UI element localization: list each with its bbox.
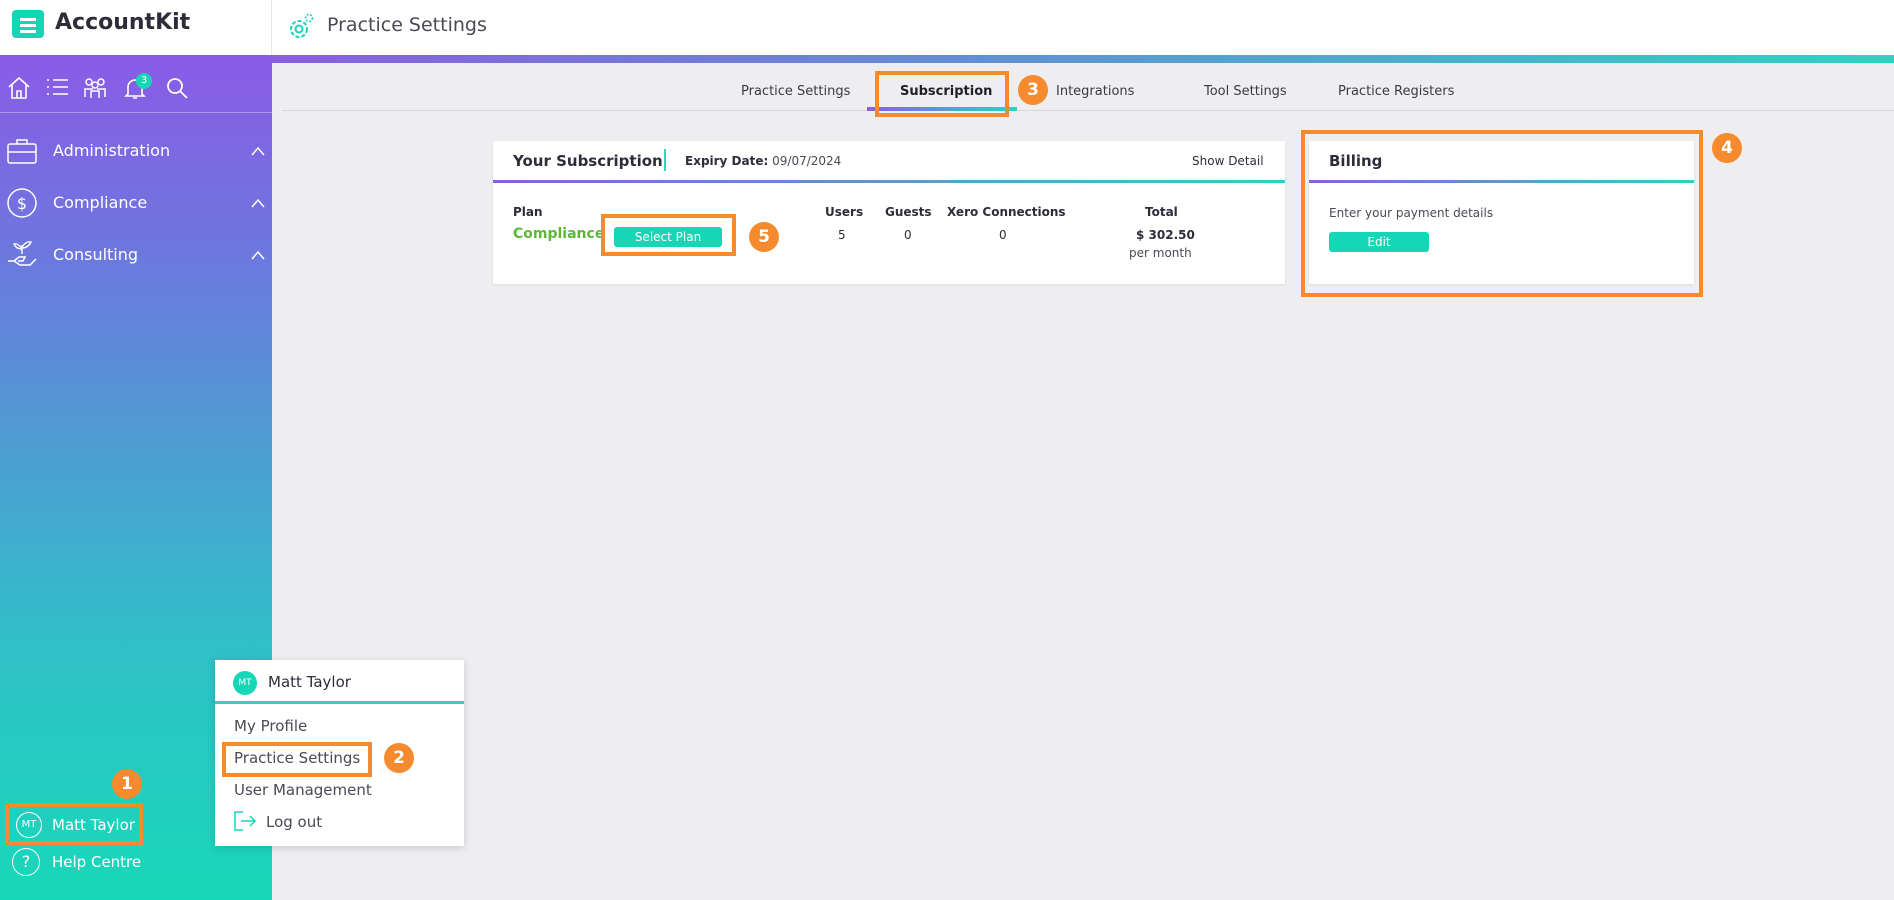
highlight-box (222, 742, 372, 777)
dollar-circle-icon: $ (7, 188, 37, 218)
sidebar-item-consulting[interactable]: Consulting (0, 235, 272, 275)
sidebar-item-administration[interactable]: Administration (0, 131, 272, 171)
tab-tool-settings[interactable]: Tool Settings (1204, 84, 1287, 99)
briefcase-icon (7, 139, 37, 164)
show-detail-link[interactable]: Show Detail (1192, 154, 1264, 168)
sidebar-user-name: Matt Taylor (52, 816, 135, 834)
plan-name: Compliance (513, 226, 605, 242)
tab-practice-registers[interactable]: Practice Registers (1338, 84, 1454, 99)
step-badge-3: 3 (1018, 75, 1048, 105)
step-badge-5: 5 (749, 222, 779, 252)
sidebar-item-compliance[interactable]: $ Compliance (0, 183, 272, 223)
guests-value: 0 (904, 228, 912, 242)
subscription-card: Your Subscription Expiry Date: 09/07/202… (493, 141, 1285, 284)
avatar: MT (16, 812, 42, 838)
user-menu-name: Matt Taylor (268, 673, 351, 691)
home-icon[interactable] (6, 75, 32, 101)
xero-column-header: Xero Connections (947, 205, 1066, 219)
users-value: 5 (838, 228, 846, 242)
notification-count-badge: 3 (136, 73, 152, 89)
step-badge-2: 2 (384, 743, 414, 773)
menu-item-user-management[interactable]: User Management (234, 781, 372, 799)
menu-item-my-profile[interactable]: My Profile (234, 717, 307, 735)
expiry-date: Expiry Date: 09/07/2024 (685, 154, 841, 168)
guests-column-header: Guests (885, 205, 932, 219)
expiry-label: Expiry Date: (685, 154, 769, 168)
sidebar-user-button[interactable]: MT Matt Taylor (5, 803, 143, 845)
search-icon[interactable] (164, 75, 190, 101)
chevron-up-icon[interactable] (250, 197, 266, 209)
sidebar-item-label: Administration (53, 141, 171, 160)
total-column-header: Total (1145, 205, 1178, 219)
step-badge-1: 1 (112, 769, 142, 799)
total-period: per month (1129, 246, 1192, 260)
users-column-header: Users (825, 205, 864, 219)
hand-plant-icon (8, 241, 37, 266)
tab-integrations[interactable]: Integrations (1056, 84, 1134, 99)
chevron-up-icon[interactable] (250, 249, 266, 261)
header-gradient-line (272, 55, 1894, 63)
help-centre-label: Help Centre (52, 853, 142, 871)
card-header-line (493, 180, 1285, 183)
people-icon[interactable] (82, 75, 108, 101)
sidebar-item-label: Compliance (53, 193, 148, 212)
subscription-title: Your Subscription (513, 152, 663, 170)
divider (664, 149, 666, 171)
tab-practice-settings[interactable]: Practice Settings (741, 84, 850, 99)
brand-name: AccountKit (55, 10, 191, 35)
chevron-up-icon[interactable] (250, 145, 266, 157)
list-icon[interactable] (44, 75, 70, 101)
user-menu-dropdown: MT Matt Taylor My Profile Practice Setti… (215, 660, 464, 846)
sidebar-item-label: Consulting (53, 245, 139, 264)
brand-area[interactable]: AccountKit (0, 0, 272, 55)
sidebar-quick-icons: 3 (0, 55, 272, 113)
help-icon: ? (12, 848, 40, 876)
accountkit-logo-icon (12, 10, 44, 38)
svg-text:$: $ (17, 194, 27, 213)
page-title: Practice Settings (327, 14, 487, 36)
highlight-box (875, 71, 1009, 117)
avatar: MT (233, 671, 257, 695)
expiry-value: 09/07/2024 (772, 154, 842, 168)
plan-column-header: Plan (513, 205, 543, 219)
select-plan-button[interactable]: Select Plan (614, 227, 722, 247)
help-centre-link[interactable]: ? Help Centre (12, 848, 212, 878)
step-badge-4: 4 (1712, 133, 1742, 163)
settings-gear-icon (290, 13, 314, 38)
top-bar (0, 0, 1894, 55)
highlight-box (1301, 130, 1703, 297)
settings-tabs: Practice Settings Subscription Integrati… (282, 75, 1894, 111)
xero-value: 0 (999, 228, 1007, 242)
menu-item-log-out[interactable]: Log out (266, 813, 322, 831)
total-value: $ 302.50 (1136, 228, 1195, 242)
user-menu-header: MT Matt Taylor (215, 660, 464, 704)
logout-icon (234, 811, 257, 831)
